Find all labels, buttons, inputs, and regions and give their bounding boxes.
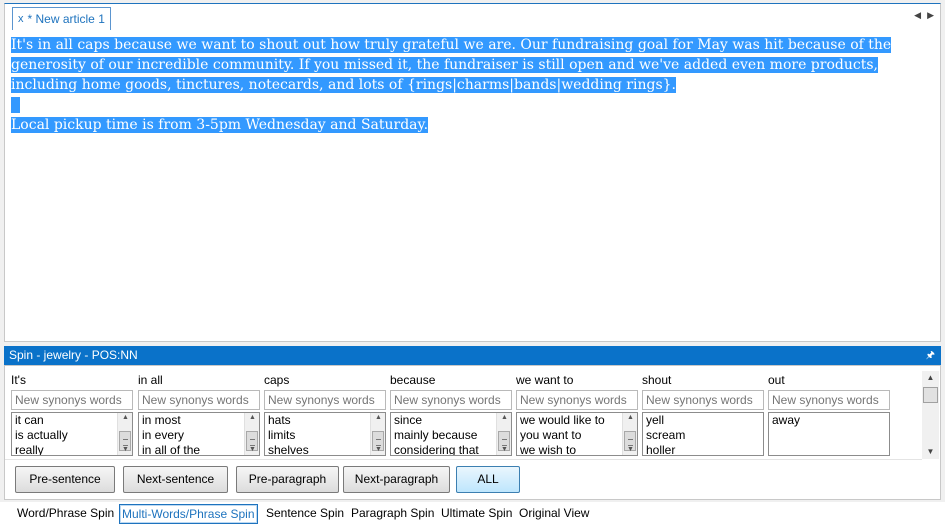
divider <box>5 459 922 460</box>
synonym-list[interactable]: we would like to you want to we wish to … <box>516 412 638 456</box>
list-item[interactable]: mainly because <box>391 428 511 443</box>
synonym-list[interactable]: hats limits shelves ▲ ▼ <box>264 412 386 456</box>
list-item[interactable]: really <box>12 443 132 455</box>
tab-ultimate-spin[interactable]: Ultimate Spin <box>441 504 512 524</box>
spin-mode-tabs: Word/Phrase Spin Multi-Words/Phrase Spin… <box>0 502 945 529</box>
synonym-list[interactable]: yell scream holler <box>642 412 764 456</box>
list-item[interactable]: yell <box>643 413 763 428</box>
synonym-column: in all in most in every in all of the ▲▼ <box>138 372 260 456</box>
new-synonym-input[interactable] <box>768 390 890 410</box>
column-label: caps <box>264 373 290 387</box>
scroll-down-icon[interactable]: ▼ <box>922 445 939 459</box>
pin-icon[interactable]: 🖈 <box>926 346 935 365</box>
spin-panel-title: Spin - jewelry - POS:NN <box>9 348 138 362</box>
list-item[interactable]: in every <box>139 428 259 443</box>
pre-sentence-button[interactable]: Pre-sentence <box>15 466 115 493</box>
new-synonym-input[interactable] <box>138 390 260 410</box>
editor-blank-line <box>11 95 901 115</box>
list-scrollbar[interactable]: ▲ ▼ <box>117 413 132 455</box>
synonym-column: caps hats limits shelves ▲▼ <box>264 372 386 456</box>
synonym-column: we want to we would like to you want to … <box>516 372 638 456</box>
synonym-list[interactable]: in most in every in all of the ▲ ▼ <box>138 412 260 456</box>
tab-multi-words-phrase-spin[interactable]: Multi-Words/Phrase Spin <box>119 504 258 524</box>
column-label: It's <box>11 373 26 387</box>
new-synonym-input[interactable] <box>264 390 386 410</box>
paragraph-text: Local pickup time is from 3-5pm Wednesda… <box>11 117 429 133</box>
new-synonym-input[interactable] <box>516 390 638 410</box>
close-tab-icon[interactable]: x <box>18 8 24 30</box>
new-synonym-input[interactable] <box>642 390 764 410</box>
new-synonym-input[interactable] <box>390 390 512 410</box>
synonym-column: It's it can is actually really ▲▼ <box>11 372 133 456</box>
list-item[interactable]: holler <box>643 443 763 455</box>
tab-prev-icon[interactable]: ◀ <box>914 10 921 21</box>
list-item[interactable]: in all of the <box>139 443 259 455</box>
editor-paragraph: Local pickup time is from 3-5pm Wednesda… <box>11 115 901 135</box>
next-paragraph-button[interactable]: Next-paragraph <box>343 466 450 493</box>
column-label: out <box>768 373 785 387</box>
next-sentence-button[interactable]: Next-sentence <box>123 466 228 493</box>
synonym-column: shout yell scream holler <box>642 372 764 456</box>
synonym-list[interactable]: since mainly because considering that ▲ ▼ <box>390 412 512 456</box>
synonym-column: out away <box>768 372 890 456</box>
synonym-column: because since mainly because considering… <box>390 372 512 456</box>
list-item[interactable]: in most <box>139 413 259 428</box>
column-label: because <box>390 373 436 387</box>
list-item[interactable]: is actually <box>12 428 132 443</box>
list-item[interactable]: hats <box>265 413 385 428</box>
paragraph-text: It's in all caps because we want to shou… <box>11 37 892 93</box>
pre-paragraph-button[interactable]: Pre-paragraph <box>236 466 339 493</box>
list-scrollbar[interactable]: ▲ ▼ <box>370 413 385 455</box>
column-label: in all <box>138 373 163 387</box>
list-item[interactable]: we would like to <box>517 413 637 428</box>
list-item[interactable]: away <box>769 413 889 428</box>
all-button[interactable]: ALL <box>456 466 520 493</box>
list-item[interactable]: you want to <box>517 428 637 443</box>
spin-panel-header: Spin - jewelry - POS:NN 🖈 <box>4 346 941 365</box>
panel-scrollbar[interactable]: ▲ ▼ <box>922 371 939 459</box>
tab-new-article[interactable]: x * New article 1 <box>12 7 111 30</box>
spin-panel: It's it can is actually really ▲▼ in all… <box>4 365 941 500</box>
tab-next-icon[interactable]: ▶ <box>927 10 934 21</box>
list-item[interactable]: considering that <box>391 443 511 455</box>
new-synonym-input[interactable] <box>11 390 133 410</box>
list-item[interactable]: shelves <box>265 443 385 455</box>
tab-sentence-spin[interactable]: Sentence Spin <box>266 504 344 524</box>
list-item[interactable]: since <box>391 413 511 428</box>
tab-original-view[interactable]: Original View <box>519 504 589 524</box>
tab-title: * New article 1 <box>27 12 105 26</box>
article-editor[interactable]: It's in all caps because we want to shou… <box>11 35 901 135</box>
list-scrollbar[interactable]: ▲ ▼ <box>244 413 259 455</box>
list-item[interactable]: limits <box>265 428 385 443</box>
list-item[interactable]: we wish to <box>517 443 637 455</box>
list-scrollbar[interactable]: ▲ ▼ <box>622 413 637 455</box>
tab-paragraph-spin[interactable]: Paragraph Spin <box>351 504 434 524</box>
list-item[interactable]: scream <box>643 428 763 443</box>
document-area: x * New article 1 ◀ ▶ It's in all caps b… <box>4 3 941 342</box>
list-item[interactable]: it can <box>12 413 132 428</box>
scroll-thumb[interactable] <box>923 387 938 403</box>
tab-word-phrase-spin[interactable]: Word/Phrase Spin <box>17 504 114 524</box>
list-scrollbar[interactable]: ▲ ▼ <box>496 413 511 455</box>
synonym-list[interactable]: it can is actually really ▲ ▼ <box>11 412 133 456</box>
column-label: we want to <box>516 373 574 387</box>
synonym-list[interactable]: away <box>768 412 890 456</box>
tab-navigation: ◀ ▶ <box>914 10 934 21</box>
scroll-up-icon[interactable]: ▲ <box>922 371 939 385</box>
editor-paragraph: It's in all caps because we want to shou… <box>11 35 901 95</box>
column-label: shout <box>642 373 672 387</box>
